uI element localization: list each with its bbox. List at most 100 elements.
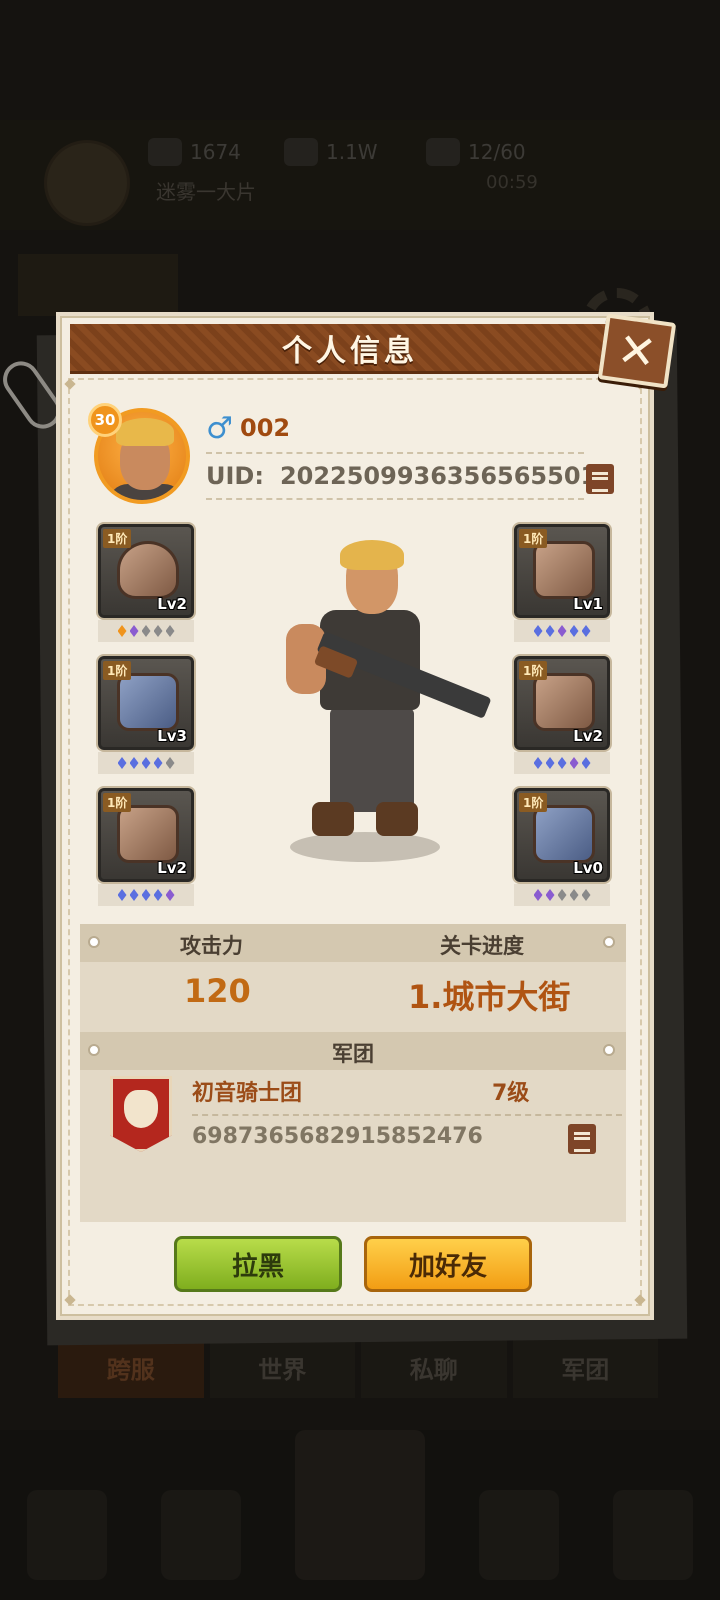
divider	[206, 498, 584, 500]
dialog-title: 个人信息	[282, 333, 418, 369]
gem-row	[514, 752, 610, 774]
gem-icon	[117, 889, 127, 901]
power-icon	[284, 138, 318, 166]
divider	[192, 1114, 622, 1116]
stage-progress-value: 1.城市大街	[408, 978, 571, 1016]
gem-icon	[117, 757, 127, 769]
copy-legion-id-icon[interactable]	[563, 1124, 596, 1159]
gem-icon	[557, 757, 567, 769]
gem-icon	[141, 889, 151, 901]
gem-icon	[129, 757, 139, 769]
background-timer: 00:59	[486, 172, 538, 193]
gem-icon	[165, 625, 175, 637]
tab-private: 私聊	[361, 1336, 507, 1398]
gem-icon	[141, 625, 151, 637]
gem-icon	[129, 889, 139, 901]
attack-label: 攻击力	[180, 934, 243, 958]
equip-slot-gloves[interactable]: 1阶 Lv0	[514, 788, 610, 906]
equip-slot-armor[interactable]: 1阶 Lv3	[98, 656, 194, 774]
attack-value: 120	[184, 972, 251, 1010]
gloves-icon	[533, 805, 595, 863]
close-icon: ✕	[614, 321, 660, 381]
legion-name[interactable]: 初音骑士团	[192, 1075, 302, 1107]
pin-icon	[88, 936, 100, 948]
boots-icon	[117, 805, 179, 863]
player-name: 002	[240, 414, 291, 442]
gem-icon	[533, 757, 543, 769]
equip-slot-bracers[interactable]: 1阶 Lv1	[514, 524, 610, 642]
lion-head-icon	[124, 1090, 158, 1128]
bottom-nav-slot	[161, 1490, 241, 1580]
gem-icon	[569, 889, 579, 901]
gem-icon	[165, 889, 175, 901]
character-portrait	[270, 540, 500, 862]
equip-slot-boots[interactable]: 1阶 Lv2	[98, 788, 194, 906]
uid-label: UID:	[206, 462, 264, 490]
background-banner	[18, 254, 178, 316]
background-chat-tabs: 跨服 世界 私聊 军团	[58, 1336, 658, 1398]
stage-progress-label: 关卡进度	[440, 934, 524, 958]
background-stat-power: 1.1W	[284, 138, 378, 166]
uid-row: UID: 2022509936356565501	[206, 462, 597, 490]
gem-icon	[569, 625, 579, 637]
tab-world: 世界	[209, 1336, 355, 1398]
gem-icon	[569, 757, 579, 769]
gem-icon	[545, 757, 555, 769]
armor-icon	[117, 673, 179, 731]
legion-header-label: 军团	[332, 1042, 374, 1066]
pin-icon	[603, 936, 615, 948]
background-avatar	[44, 140, 130, 226]
gem-icon	[129, 625, 139, 637]
bottom-nav-slot	[295, 1430, 425, 1580]
gem-icon	[545, 625, 555, 637]
equip-slot-pants[interactable]: 1阶 Lv2	[514, 656, 610, 774]
gem-icon	[533, 625, 543, 637]
block-button[interactable]: 拉黑	[174, 1236, 342, 1292]
gem-icon	[141, 757, 151, 769]
copy-uid-icon[interactable]	[581, 464, 614, 499]
gem-icon	[153, 625, 163, 637]
gem-row	[98, 620, 194, 642]
gem-row	[98, 884, 194, 906]
gem-icon	[533, 889, 543, 901]
bottom-nav-slot	[613, 1490, 693, 1580]
gem-icon	[153, 889, 163, 901]
energy-icon	[426, 138, 460, 166]
gem-icon	[581, 625, 591, 637]
gem-icon	[557, 625, 567, 637]
pin-icon	[88, 1044, 100, 1056]
gem-row	[98, 752, 194, 774]
close-button[interactable]: ✕	[597, 313, 677, 389]
gem-icon	[581, 757, 591, 769]
bottom-nav-slot	[479, 1490, 559, 1580]
stats-header	[80, 924, 626, 962]
bracers-icon	[533, 541, 595, 599]
background-bottom-nav	[0, 1430, 720, 1600]
gem-icon	[153, 757, 163, 769]
gem-icon	[117, 625, 127, 637]
legion-level: 7级	[492, 1081, 530, 1106]
tab-legion: 军团	[512, 1336, 658, 1398]
add-friend-button[interactable]: 加好友	[364, 1236, 532, 1292]
legion-id: 6987365682915852476	[192, 1124, 483, 1149]
pants-icon	[533, 673, 595, 731]
gem-icon	[545, 889, 555, 901]
gem-icon	[148, 138, 182, 166]
pin-icon	[603, 1044, 615, 1056]
gem-icon	[581, 889, 591, 901]
equip-slot-helmet[interactable]: 1阶 Lv2	[98, 524, 194, 642]
background-stat-gems: 1674	[148, 138, 241, 166]
gem-row	[514, 884, 610, 906]
bottom-nav-slot	[27, 1490, 107, 1580]
player-level-badge: 30	[88, 403, 122, 437]
helmet-icon	[117, 541, 179, 599]
divider	[206, 452, 584, 454]
background-stat-energy: 12/60	[426, 138, 526, 166]
male-gender-icon: ♂	[206, 411, 233, 446]
gem-icon	[165, 757, 175, 769]
background-subtitle: 迷雾一大片	[156, 180, 256, 204]
uid-value: 2022509936356565501	[279, 462, 598, 490]
gem-row	[514, 620, 610, 642]
gem-icon	[557, 889, 567, 901]
tab-cross-server: 跨服	[58, 1336, 204, 1398]
